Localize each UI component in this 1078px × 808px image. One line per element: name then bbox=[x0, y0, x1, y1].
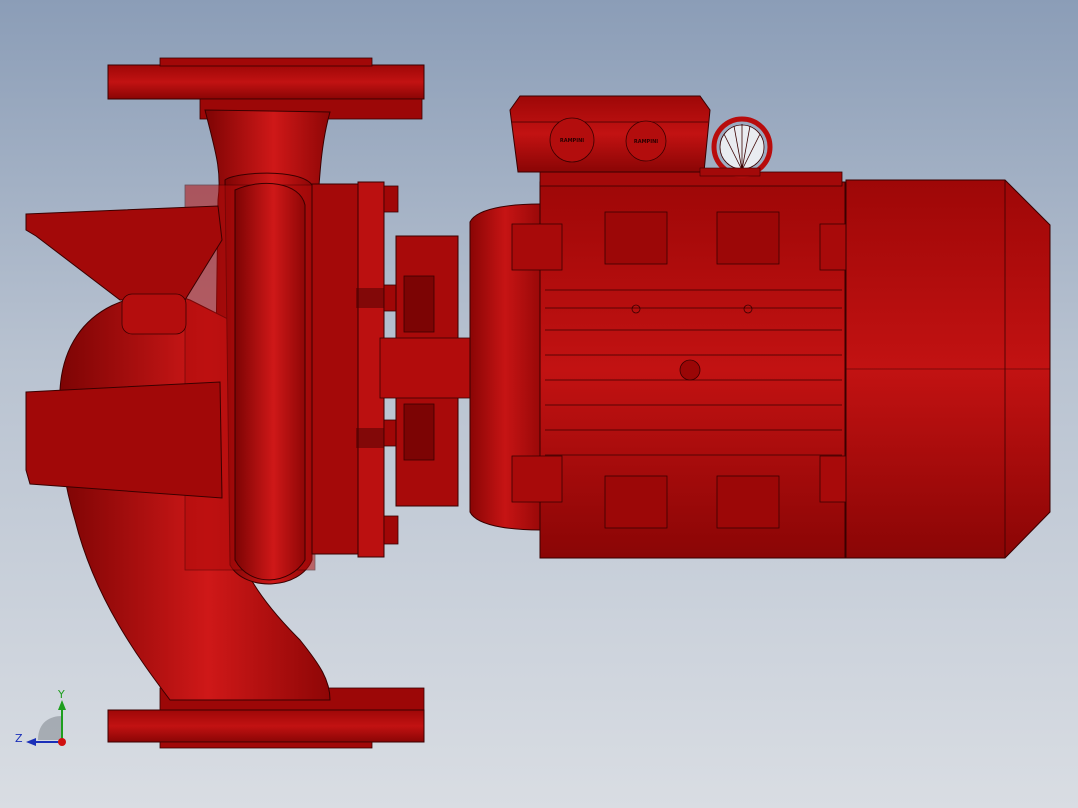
axis-x-origin-dot bbox=[58, 738, 66, 746]
axis-z-label: Z bbox=[15, 732, 23, 745]
pump-bracket[interactable] bbox=[379, 235, 471, 507]
side-lug bbox=[121, 293, 187, 335]
terminal-box-badge-right-text: RAMPINI bbox=[634, 139, 658, 145]
terminal-box-badge-left-text: RAMPINI bbox=[560, 138, 584, 144]
axis-y-label: Y bbox=[57, 688, 65, 701]
lower-support-foot[interactable] bbox=[25, 381, 223, 499]
lifting-eye-icon bbox=[679, 359, 701, 381]
upper-flange[interactable] bbox=[107, 57, 425, 120]
axis-triad: Y Z bbox=[15, 688, 66, 746]
motor-terminal-box[interactable]: RAMPINI RAMPINI bbox=[509, 95, 843, 187]
cad-viewport[interactable]: RAMPINI RAMPINI Y Z bbox=[0, 0, 1078, 808]
upper-support-foot[interactable] bbox=[25, 205, 223, 301]
motor-housing[interactable] bbox=[511, 181, 864, 559]
cable-gland-icon bbox=[699, 116, 773, 178]
pump-model-view[interactable]: RAMPINI RAMPINI Y Z bbox=[0, 0, 1078, 808]
